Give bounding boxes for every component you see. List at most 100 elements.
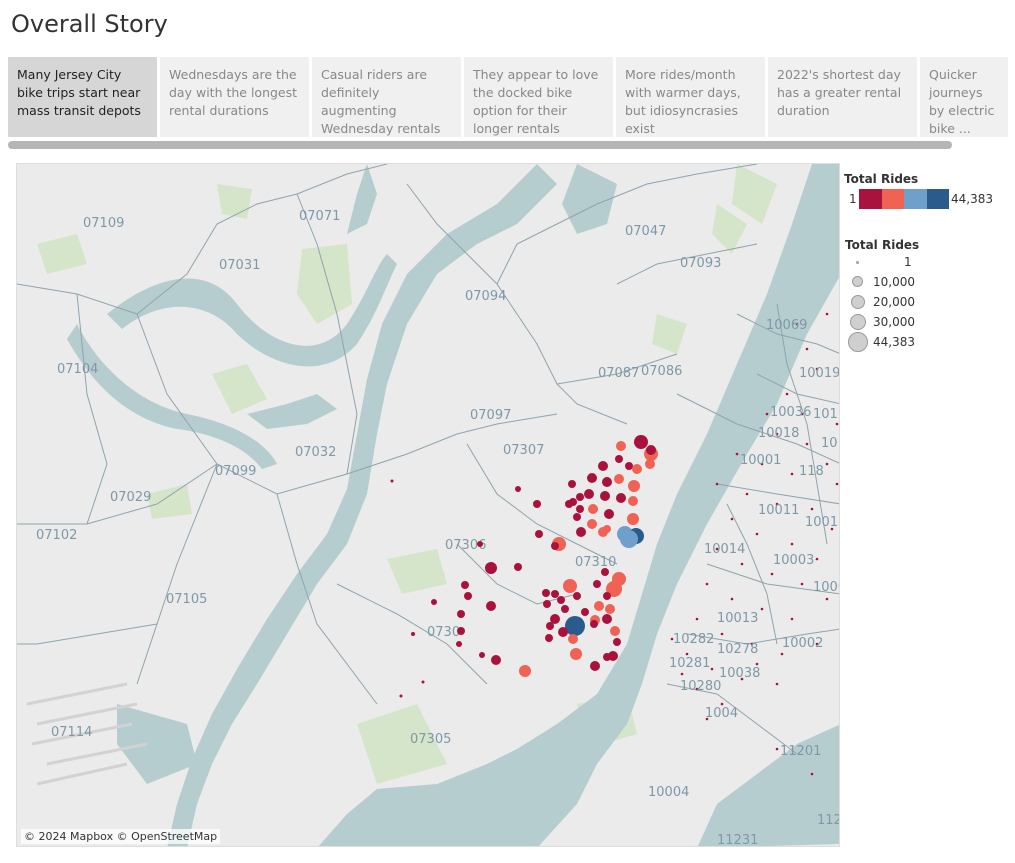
station-marker	[457, 627, 465, 635]
zip-label: 10004	[648, 785, 689, 800]
map-attribution[interactable]: © 2024 Mapbox © OpenStreetMap	[21, 829, 221, 844]
zip-label: 10038	[719, 666, 760, 681]
station-marker	[615, 455, 623, 463]
zip-label: 10013	[717, 611, 758, 626]
station-marker	[558, 627, 568, 637]
station-marker	[515, 486, 521, 492]
zip-label: 10278	[717, 642, 758, 657]
zip-label: 07032	[295, 445, 336, 460]
size-legend-item: 30,000	[845, 312, 1010, 332]
zip-label: 10010	[805, 515, 840, 530]
station-marker	[593, 580, 601, 588]
station-marker	[514, 563, 522, 571]
size-legend: Total Rides 1 10,000 20,000 30,000 44,38…	[845, 238, 1010, 352]
station-marker	[568, 634, 578, 644]
color-swatch	[904, 189, 927, 209]
zip-label: 07029	[110, 490, 151, 505]
station-marker	[620, 530, 638, 548]
zip-label: 1004	[705, 706, 738, 721]
map-view[interactable]: 07109 07071 07047 07031 07093 07094 1006…	[16, 163, 840, 847]
station-marker	[546, 622, 554, 630]
zip-label: 10003	[773, 553, 814, 568]
zip-label: 07093	[680, 256, 721, 271]
station-marker	[627, 513, 639, 525]
zip-label: 1121	[817, 813, 840, 828]
size-swatch	[856, 261, 859, 264]
station-marker	[602, 477, 612, 487]
zip-label: 07087	[598, 366, 639, 381]
station-marker	[602, 614, 612, 624]
story-tab-5[interactable]: More rides/month with warmer days, but i…	[616, 57, 765, 137]
zip-label: 10019	[799, 366, 840, 381]
station-marker	[576, 505, 584, 513]
story-tab-1[interactable]: Many Jersey City bike trips start near m…	[8, 57, 157, 137]
station-marker	[590, 661, 600, 671]
zip-label: 07102	[36, 528, 77, 543]
station-marker	[464, 592, 472, 600]
size-legend-item: 20,000	[845, 292, 1010, 312]
zip-label: 10280	[680, 679, 721, 694]
station-marker	[479, 652, 485, 658]
station-marker	[598, 461, 608, 471]
station-marker	[628, 496, 638, 506]
station-marker	[421, 680, 425, 684]
zip-label: 10002	[782, 636, 823, 651]
zip-label: 10014	[704, 542, 745, 557]
station-marker	[613, 638, 621, 646]
station-marker	[477, 541, 483, 547]
story-tab-6[interactable]: 2022's shortest day has a greater rental…	[768, 57, 917, 137]
story-tab-2[interactable]: Wednesdays are the day with the longest …	[160, 57, 309, 137]
tabs-scrollbar[interactable]	[8, 141, 952, 149]
zip-label: 07307	[503, 443, 544, 458]
story-tab-7[interactable]: Quicker journeys by electric bike ...	[920, 57, 1008, 137]
station-marker	[603, 653, 611, 661]
station-marker	[519, 665, 531, 677]
station-marker	[625, 462, 633, 470]
station-marker	[486, 601, 496, 611]
color-swatch	[859, 189, 882, 209]
color-legend-title: Total Rides	[844, 172, 919, 186]
zip-label: 10281	[669, 656, 710, 671]
zip-label: 10	[821, 436, 838, 451]
station-marker	[614, 474, 624, 484]
station-marker	[565, 616, 585, 636]
station-marker	[485, 562, 497, 574]
zip-label: 0730	[427, 625, 460, 640]
station-marker	[568, 480, 576, 488]
color-swatch	[881, 189, 904, 209]
station-marker	[565, 500, 573, 508]
zip-label: 07086	[641, 364, 682, 379]
size-swatch	[850, 314, 866, 330]
zip-label: 07310	[575, 555, 616, 570]
zip-label: 10018	[758, 426, 799, 441]
zip-label: 07071	[299, 209, 340, 224]
page-title: Overall Story	[11, 10, 168, 38]
station-marker	[628, 480, 640, 492]
story-tab-label: Quicker journeys by electric bike ...	[929, 67, 995, 136]
zip-label: 10036	[770, 405, 811, 420]
zip-label: 1000	[813, 580, 840, 595]
zip-label: 1011	[813, 407, 840, 422]
zip-label: 07097	[470, 408, 511, 423]
station-marker	[590, 620, 598, 628]
zip-label: 07094	[465, 289, 506, 304]
story-tab-3[interactable]: Casual riders are definitely augmenting …	[312, 57, 461, 137]
station-marker	[573, 592, 581, 600]
station-marker	[616, 493, 626, 503]
station-marker	[605, 604, 615, 614]
color-legend: Total Rides 1 44,383	[844, 172, 993, 209]
station-marker	[632, 464, 642, 474]
station-marker	[390, 479, 394, 483]
station-marker	[601, 568, 609, 576]
color-ramp	[859, 189, 949, 209]
color-legend-max: 44,383	[951, 192, 993, 206]
zip-label: 118	[799, 464, 824, 479]
story-tab-4[interactable]: They appear to love the docked bike opti…	[464, 57, 613, 137]
station-marker	[563, 579, 577, 593]
map-canvas: 07109 07071 07047 07031 07093 07094 1006…	[17, 164, 840, 846]
size-swatch	[851, 295, 865, 309]
size-legend-label: 20,000	[873, 295, 915, 309]
station-marker	[600, 491, 610, 501]
station-marker	[557, 596, 565, 604]
size-legend-label: 10,000	[873, 275, 915, 289]
